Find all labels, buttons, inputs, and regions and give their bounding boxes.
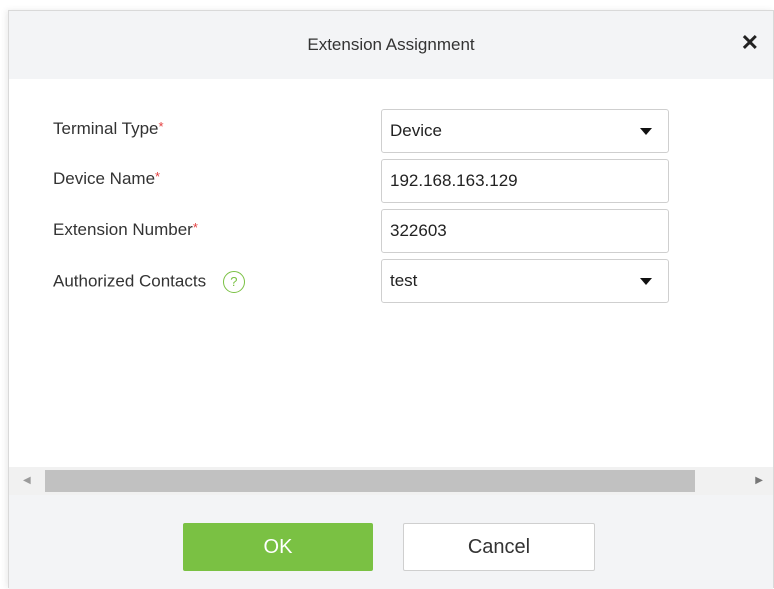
authorized-contacts-select[interactable]: test — [381, 259, 669, 303]
device-name-label-text: Device Name — [53, 169, 156, 188]
dialog-body: Terminal Type* Device Device Name* 192.1… — [9, 79, 773, 467]
terminal-type-select[interactable]: Device — [381, 109, 669, 153]
required-marker: * — [155, 169, 161, 184]
chevron-down-icon — [640, 278, 652, 285]
device-name-label: Device Name* — [53, 169, 160, 189]
required-marker: * — [192, 220, 198, 235]
dialog-header: Extension Assignment ✕ — [9, 11, 773, 79]
extension-number-field[interactable]: 322603 — [381, 209, 669, 253]
cancel-button[interactable]: Cancel — [403, 523, 595, 571]
extension-number-value: 322603 — [390, 221, 447, 240]
dialog-footer: OK Cancel — [9, 495, 773, 589]
scrollbar-thumb[interactable] — [45, 470, 695, 492]
scroll-right-icon[interactable]: ▶ — [755, 475, 763, 486]
help-circle-icon[interactable]: ? — [222, 271, 245, 293]
extension-assignment-dialog: Extension Assignment ✕ Terminal Type* De… — [8, 10, 774, 589]
authorized-contacts-value: test — [390, 271, 418, 290]
terminal-type-label-text: Terminal Type — [53, 119, 159, 138]
close-icon[interactable]: ✕ — [741, 31, 759, 55]
device-name-value: 192.168.163.129 — [390, 171, 518, 190]
device-name-field[interactable]: 192.168.163.129 — [381, 159, 669, 203]
extension-number-label-text: Extension Number — [53, 220, 193, 239]
dialog-title: Extension Assignment — [307, 35, 475, 54]
authorized-contacts-label-text: Authorized Contacts — [53, 271, 207, 291]
terminal-type-value: Device — [390, 121, 442, 140]
scroll-left-icon[interactable]: ◀ — [23, 475, 31, 486]
required-marker: * — [158, 119, 164, 134]
extension-number-label: Extension Number* — [53, 220, 198, 240]
horizontal-scrollbar[interactable]: ◀ ▶ — [9, 467, 773, 495]
authorized-contacts-label: Authorized Contacts ? — [53, 271, 245, 293]
terminal-type-label: Terminal Type* — [53, 119, 164, 139]
ok-button[interactable]: OK — [183, 523, 373, 571]
chevron-down-icon — [640, 128, 652, 135]
